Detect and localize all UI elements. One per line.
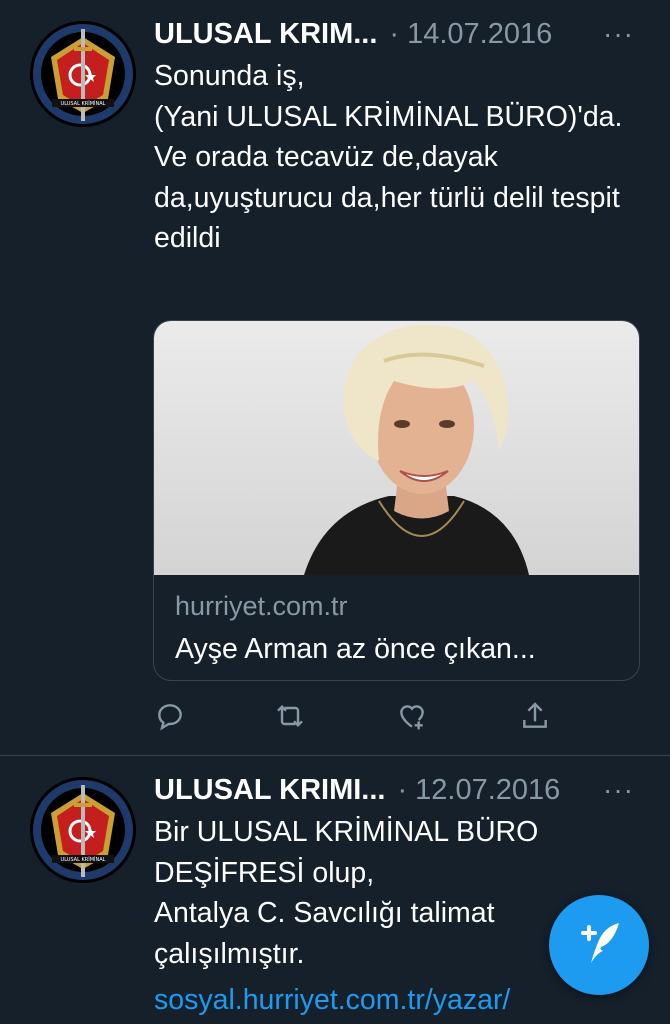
avatar-label: ULUSAL KRİMİNAL [61, 100, 106, 107]
avatar[interactable]: ULUSAL KRİMİNAL [30, 777, 136, 883]
tweet-divider [0, 755, 670, 756]
avatar-label: ULUSAL KRİMİNAL [61, 856, 106, 863]
tweet-text: Sonunda iş, (Yani ULUSAL KRİMİNAL BÜRO)'… [154, 60, 623, 254]
tweet-date[interactable]: 14.07.2016 [407, 18, 552, 51]
like-icon[interactable] [396, 700, 428, 732]
card-image [154, 321, 639, 575]
display-name[interactable]: ULUSAL KRIM... [154, 18, 377, 51]
more-options-icon[interactable]: ··· [603, 774, 634, 806]
share-icon[interactable] [519, 700, 551, 732]
separator: · [397, 773, 408, 806]
reply-icon[interactable] [154, 700, 186, 732]
tweet-date[interactable]: 12.07.2016 [415, 774, 560, 807]
feather-plus-icon [581, 923, 619, 963]
more-options-icon[interactable]: ··· [603, 18, 634, 50]
avatar[interactable]: ULUSAL KRİMİNAL [30, 21, 136, 127]
link-card[interactable]: hurriyet.com.tr Ayşe Arman az önce çıkan… [153, 320, 640, 681]
tweet-actions [0, 700, 670, 732]
display-name[interactable]: ULUSAL KRIMI... [154, 774, 385, 807]
card-domain: hurriyet.com.tr [175, 591, 348, 621]
separator: · [389, 17, 400, 50]
tweet-link[interactable]: sosyal.hurriyet.com.tr/yazar/ [154, 980, 610, 1021]
compose-button[interactable] [549, 895, 649, 995]
tweet-header: ULUSAL KRIMI... · 12.07.2016 ··· [154, 772, 634, 808]
card-title: Ayşe Arman az önce çıkan... [175, 633, 536, 665]
tweet-header: ULUSAL KRIM... · 14.07.2016 ··· [154, 16, 634, 52]
retweet-icon[interactable] [274, 700, 306, 732]
